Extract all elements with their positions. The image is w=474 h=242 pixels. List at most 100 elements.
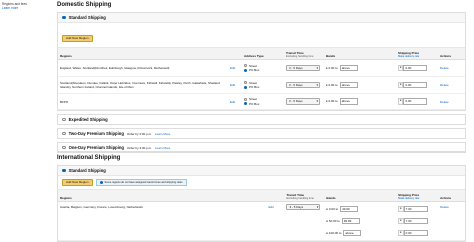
- pobox-checkbox[interactable]: [244, 68, 247, 72]
- intl-standard-label: Standard Shipping: [68, 168, 106, 173]
- pobox-checkbox[interactable]: [244, 102, 247, 106]
- delete-link[interactable]: Delete: [438, 201, 465, 241]
- band-from: £ 0.00 to: [326, 99, 338, 104]
- street-checkbox[interactable]: [244, 97, 247, 101]
- price2-input[interactable]: 7.00: [403, 217, 428, 225]
- edit-link[interactable]: Edit: [266, 201, 281, 241]
- region-cell: Austria, Belgium, Germany, France, Luxem…: [58, 201, 267, 241]
- col-bands: Bands: [324, 190, 397, 202]
- col-regions: Regions: [58, 190, 267, 202]
- address-type: Street PO Box: [242, 93, 284, 110]
- two-day-label: Two-Day Premium Shipping: [68, 131, 124, 136]
- delete-link[interactable]: Delete: [438, 76, 465, 94]
- street-checkbox[interactable]: [244, 64, 247, 68]
- delete-link[interactable]: Delete: [438, 93, 465, 110]
- col-actions: Actions: [438, 48, 465, 60]
- two-day-panel: Two-Day Premium Shipping Order by 3:00 p…: [57, 128, 466, 139]
- table-header: Regions Address Type Transit Time Excludi…: [58, 48, 465, 60]
- international-standard-panel: Standard Shipping Add New Region Some re…: [57, 165, 466, 242]
- learn-more-link[interactable]: Learn more: [2, 6, 54, 10]
- table-header: Regions Transit Time Excluding handling t…: [58, 190, 465, 202]
- band3-to-input[interactable]: above: [343, 229, 362, 237]
- table-row: BFPO Edit Street PO Box 3 - 5 Days £ 0.0…: [58, 93, 465, 110]
- table-row: England, Wales, Scotland(Dumfries, Edinb…: [58, 59, 465, 77]
- col-price: Shipping Price Make delivery rate: [396, 48, 438, 60]
- section-divider: [57, 151, 466, 152]
- intl-standard-bar[interactable]: Standard Shipping: [58, 166, 465, 176]
- col-transit: Transit Time Excluding handling time: [284, 48, 324, 60]
- col-edit: [228, 48, 242, 60]
- table-row: Scotland(Aberdeen, Dundee, Falkirk, Oute…: [58, 76, 465, 94]
- domestic-rates-table: Regions Address Type Transit Time Excludi…: [58, 48, 465, 110]
- standard-shipping-bar[interactable]: Standard Shipping: [58, 13, 465, 23]
- band1-from: £ 0.00 to: [326, 207, 339, 211]
- col-regions: Regions: [58, 48, 228, 60]
- standard-radio[interactable]: [62, 15, 66, 20]
- price-input[interactable]: 0.00: [403, 64, 428, 72]
- two-day-learn-more[interactable]: Learn More: [155, 132, 170, 136]
- band1-to-input[interactable]: 49.99: [340, 205, 359, 213]
- transit-select[interactable]: 3 - 5 Days: [286, 64, 320, 72]
- intl-add-region-row: Add New Region Some regions do not have …: [58, 176, 465, 190]
- region-cell: England, Wales, Scotland(Dumfries, Edinb…: [58, 59, 228, 77]
- band-from: £ 0.00 to: [326, 65, 338, 70]
- domestic-standard-panel: Standard Shipping Add New Region Regions…: [57, 12, 466, 111]
- prices-cell: £7.00 £7.00 £0.00: [396, 201, 439, 241]
- expedited-panel: Expedited Shipping: [57, 114, 466, 125]
- one-day-label: One-Day Premium Shipping: [68, 145, 124, 150]
- edit-link[interactable]: Edit: [228, 76, 242, 94]
- price-input[interactable]: 0.00: [403, 81, 428, 89]
- expedited-bar[interactable]: Expedited Shipping: [58, 115, 465, 124]
- pobox-checkbox[interactable]: [244, 85, 247, 89]
- two-day-bar[interactable]: Two-Day Premium Shipping Order by 3:00 p…: [58, 129, 465, 138]
- street-checkbox[interactable]: [244, 81, 247, 85]
- transit-select[interactable]: 3 - 5 Days: [286, 98, 320, 105]
- bands-cell: £ 0.00 to 49.99 £ 50.00 to 99.99 £ 100.00 …: [324, 201, 397, 241]
- col-bands: Bands: [324, 48, 396, 60]
- table-row: Austria, Belgium, Germany, France, Luxem…: [58, 201, 465, 241]
- two-day-note: Order by 3:00 p.m.: [126, 131, 152, 136]
- band2-to-input[interactable]: 99.99: [341, 217, 360, 225]
- international-shipping-section: International Shipping Standard Shipping…: [57, 155, 466, 242]
- col-actions: Actions: [438, 190, 465, 202]
- band-to-input[interactable]: above: [339, 98, 358, 105]
- region-cell: Scotland(Aberdeen, Dundee, Falkirk, Oute…: [58, 76, 228, 94]
- price3-input[interactable]: 0.00: [403, 229, 428, 237]
- domestic-shipping-section: Domestic Shipping Standard Shipping Add …: [57, 2, 466, 153]
- address-type: Street PO Box: [242, 76, 284, 94]
- expedited-label: Expedited Shipping: [68, 117, 108, 122]
- band-from: £ 0.00 to: [326, 82, 338, 87]
- international-rates-table: Regions Transit Time Excluding handling t…: [58, 190, 465, 241]
- info-icon: [99, 181, 103, 184]
- domestic-title: Domestic Shipping: [57, 2, 112, 8]
- delete-link[interactable]: Delete: [438, 59, 465, 77]
- one-day-note: Order by 3:00 p.m.: [126, 145, 152, 150]
- price1-input[interactable]: 7.00: [403, 205, 428, 213]
- edit-link[interactable]: Edit: [228, 59, 242, 77]
- col-address: Address Type: [242, 48, 284, 60]
- price-input[interactable]: 0.00: [403, 98, 428, 105]
- col-transit: Transit Time Excluding handling time: [284, 190, 325, 202]
- col-price: Shipping Price Make delivery rate: [396, 190, 439, 202]
- international-title: International Shipping: [57, 155, 121, 161]
- two-day-radio[interactable]: [62, 131, 66, 136]
- add-region-row: Add New Region: [58, 23, 465, 48]
- band2-from: £ 50.00 to: [326, 219, 340, 223]
- standard-label: Standard Shipping: [68, 15, 106, 20]
- add-new-region-button[interactable]: Add New Region: [62, 35, 93, 42]
- transit-select[interactable]: 3 - 5 Days: [286, 204, 321, 211]
- region-cell: BFPO: [58, 93, 228, 110]
- col-edit: [266, 190, 281, 202]
- band-to-input[interactable]: above: [339, 81, 358, 89]
- one-day-learn-more[interactable]: Learn More: [155, 146, 170, 150]
- intl-add-new-region-button[interactable]: Add New Region: [62, 179, 93, 186]
- band-to-input[interactable]: above: [339, 64, 358, 72]
- one-day-radio[interactable]: [62, 145, 66, 150]
- intl-standard-radio[interactable]: [62, 168, 66, 173]
- edit-link[interactable]: Edit: [228, 93, 242, 110]
- transit-select[interactable]: 3 - 5 Days: [286, 81, 320, 89]
- expedited-radio[interactable]: [62, 117, 66, 122]
- band3-from: £ 100.00 to: [326, 231, 342, 235]
- intl-notice: Some regions do not have assigned transi…: [95, 179, 187, 186]
- address-type: Street PO Box: [242, 59, 284, 77]
